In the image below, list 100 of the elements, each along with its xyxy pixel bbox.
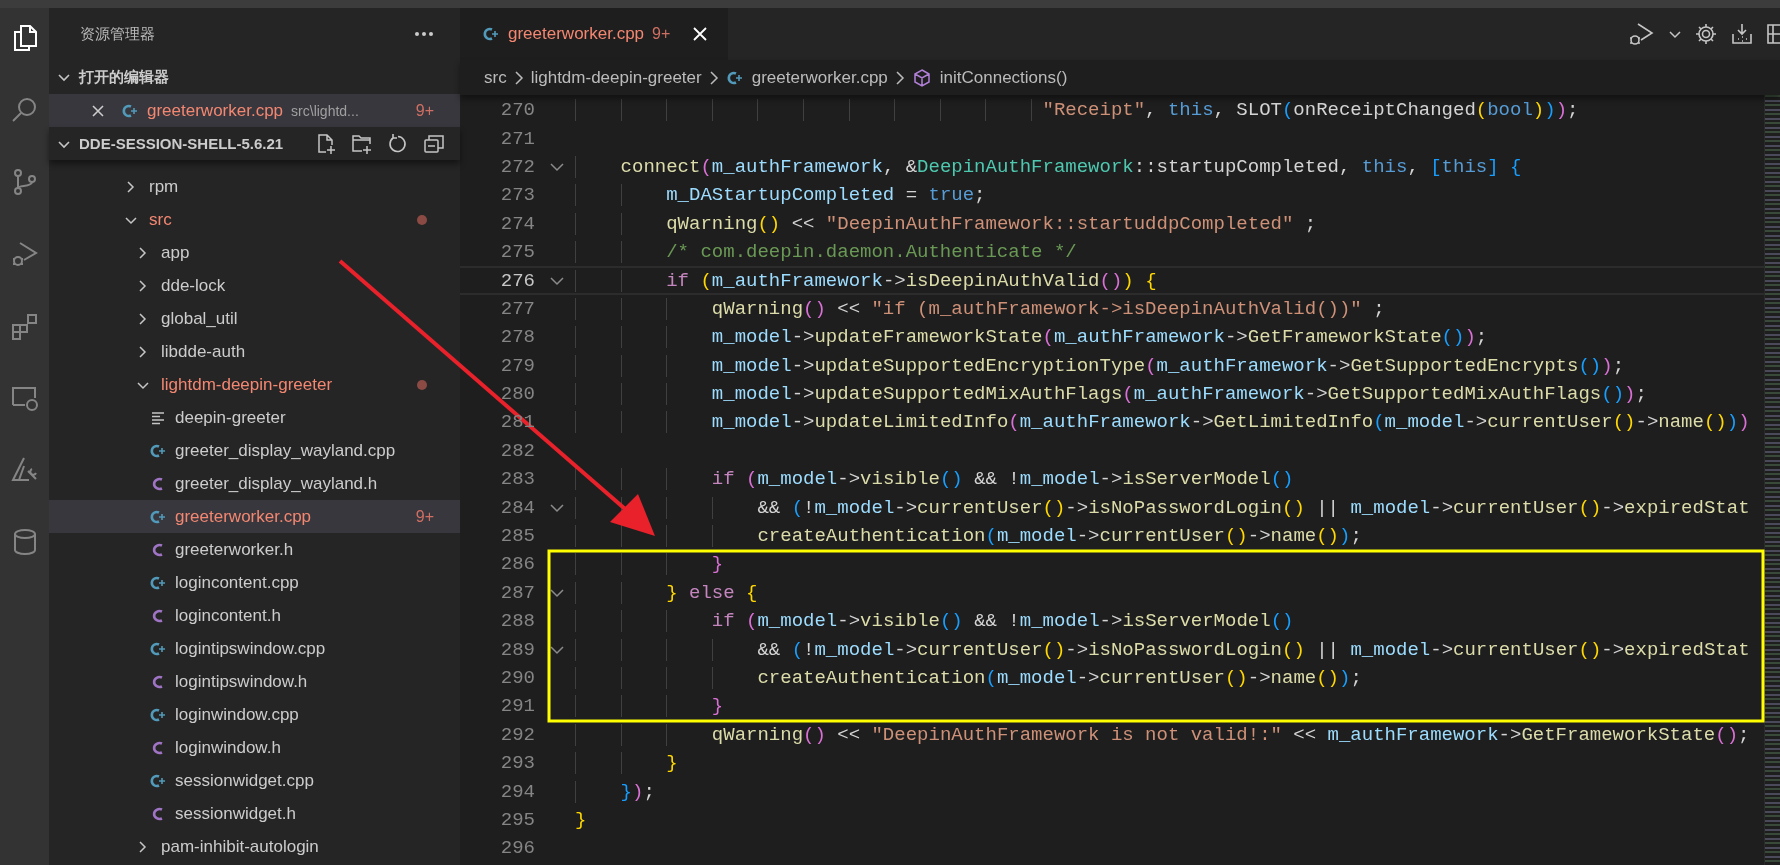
problem-count: 9+ [652, 25, 671, 43]
tree-item[interactable]: logincontent.cpp [49, 566, 460, 599]
tree-item[interactable]: global_util [49, 302, 460, 335]
file-path: src\lightd... [291, 102, 359, 119]
tree-item[interactable]: rpm [49, 170, 460, 203]
line-number: 278 [499, 326, 535, 349]
line-number: 289 [499, 638, 535, 661]
code-line: if (m_model->visible() && !m_model->isServerModel() [575, 468, 1294, 491]
more-icon[interactable] [414, 31, 434, 37]
tree-item[interactable]: sessionwidget.cpp [49, 764, 460, 797]
line-number: 280 [499, 383, 535, 406]
line-number: 285 [499, 525, 535, 548]
tree-item[interactable]: app [49, 236, 460, 269]
tree-item[interactable]: logincontent.h [49, 599, 460, 632]
line-number: 277 [499, 297, 535, 320]
tree-item[interactable]: src [49, 203, 460, 236]
tree-item[interactable]: loginwindow.cpp [49, 698, 460, 731]
code-line: qWarning() << "DeepinAuthFramework::startuddpCompleted" ; [575, 212, 1317, 235]
tree-item[interactable]: logintipswindow.h [49, 665, 460, 698]
new-file-icon[interactable] [315, 132, 338, 155]
code-line: m_model->updateLimitedInfo(m_authFramework->GetLimitedInfo(m_model->currentUser()->name())) [575, 411, 1750, 434]
chevron-right-icon [707, 69, 720, 86]
code-line: qWarning() << "if (m_authFramework->isDeepinAuthValid())" ; [575, 297, 1385, 320]
tree-item[interactable]: loginwindow.h [49, 731, 460, 764]
code-line: && (!m_model->currentUser()->isNoPasswordLogin() || m_model->currentUser()->expiredStat [575, 638, 1750, 661]
section-header[interactable]: 打开的编辑器 [49, 60, 460, 94]
line-number: 284 [499, 496, 535, 519]
breadcrumb-item[interactable]: initConnections() [911, 67, 1068, 88]
layout-icon[interactable] [1766, 22, 1780, 46]
code-line: connect(m_authFramework, &DeepinAuthFramework::startupCompleted, this, [this] { [575, 155, 1522, 178]
code-line: } [575, 695, 724, 718]
line-number: 279 [499, 354, 535, 377]
tree-item[interactable]: sessionwidget.h [49, 797, 460, 830]
cpp-file-icon [482, 26, 500, 42]
code-line: createAuthentication(m_model->currentUser()->name()); [575, 667, 1362, 689]
chevron-right-icon [893, 69, 906, 86]
code-line: m_DAStartupCompleted = true; [575, 184, 986, 207]
cube-icon [911, 67, 932, 88]
settings-icon[interactable] [1694, 22, 1718, 46]
fold-chevron-icon[interactable] [549, 586, 565, 599]
download-icon[interactable] [1730, 22, 1754, 46]
code-line: if (m_model->visible() && !m_model->isServerModel() [575, 610, 1294, 633]
breadcrumb-item[interactable]: src [484, 67, 507, 88]
cpp-file-icon [149, 640, 167, 657]
text-lines-icon [149, 409, 167, 426]
chevron-right-icon [512, 69, 525, 86]
code-line: m_model->updateSupportedEncryptionType(m_authFramework->GetSupportedEncrypts()); [575, 354, 1625, 377]
close-icon[interactable] [91, 103, 105, 118]
line-number: 288 [499, 610, 535, 633]
line-number: 272 [499, 155, 535, 178]
problem-count: 9+ [415, 507, 434, 526]
tree-item[interactable]: greeterworker.h [49, 533, 460, 566]
fold-chevron-icon[interactable] [549, 643, 565, 656]
cpp-file-icon [121, 102, 139, 119]
cpp-file-icon [149, 772, 167, 789]
line-number: 291 [499, 695, 535, 718]
open-editor-item[interactable]: greeterworker.cpp src\lightd... 9+ [49, 94, 460, 127]
status-dot-icon [417, 214, 427, 225]
tree-item[interactable]: pam-inhibit-autologin [49, 830, 460, 863]
tree-item[interactable]: libdde-auth [49, 335, 460, 368]
line-number: 286 [499, 553, 535, 576]
tree-item[interactable]: deepin-greeter [49, 401, 460, 434]
new-folder-icon[interactable] [351, 132, 374, 155]
line-number: 273 [499, 184, 535, 207]
extensions-icon[interactable] [9, 311, 40, 341]
code-line: m_model->updateSupportedMixAuthFlags(m_authFramework->GetSupportedMixAuthFlags()); [575, 383, 1647, 406]
tree-item[interactable]: greeter_display_wayland.cpp [49, 434, 460, 467]
tree-item[interactable]: greeterworker.cpp 9+ [49, 500, 460, 533]
tree-item[interactable]: lightdm-deepin-greeter [49, 368, 460, 401]
line-number: 283 [499, 468, 535, 491]
run-debug-icon[interactable] [1628, 20, 1656, 48]
line-number: 295 [499, 808, 535, 831]
breadcrumb-item[interactable]: lightdm-deepin-greeter [530, 67, 702, 88]
cpp-file-icon [149, 706, 167, 723]
cpp-file-icon [725, 69, 744, 86]
collapse-all-icon[interactable] [423, 132, 446, 155]
line-number: 282 [499, 439, 535, 462]
editor-tab[interactable]: greeterworker.cpp 9+ [460, 8, 729, 60]
tree-item[interactable]: dde-lock [49, 269, 460, 302]
code-line: } [575, 808, 587, 831]
code-line: } else { [575, 581, 758, 604]
tree-item[interactable]: greeter_display_wayland.h [49, 467, 460, 500]
code-line: m_model->updateFrameworkState(m_authFramework->GetFrameworkState()); [575, 326, 1488, 349]
breadcrumb-item[interactable]: greeterworker.cpp [725, 67, 888, 88]
line-number: 290 [499, 667, 535, 689]
line-number: 271 [499, 127, 535, 150]
section-header[interactable]: DDE-SESSION-SHELL-5.6.21 [49, 127, 460, 160]
line-number: 294 [499, 780, 535, 803]
code-line: /* com.deepin.daemon.Authenticate */ [575, 241, 1077, 264]
code-line: if (m_authFramework->isDeepinAuthValid()) { [575, 269, 1157, 292]
line-number: 296 [499, 837, 535, 860]
tree-item[interactable]: logintipswindow.cpp [49, 632, 460, 665]
line-number: 276 [499, 269, 535, 292]
code-line: && (!m_model->currentUser()->isNoPasswordLogin() || m_model->currentUser()->expiredStat [575, 496, 1750, 519]
cpp-file-icon [149, 442, 167, 459]
panel-title: 资源管理器 [80, 24, 155, 44]
code-line: "Receipt", this, SLOT(onReceiptChanged(bool))); [575, 99, 1579, 122]
line-number: 274 [499, 212, 535, 235]
code-line: } [575, 553, 724, 576]
line-number: 287 [499, 581, 535, 604]
